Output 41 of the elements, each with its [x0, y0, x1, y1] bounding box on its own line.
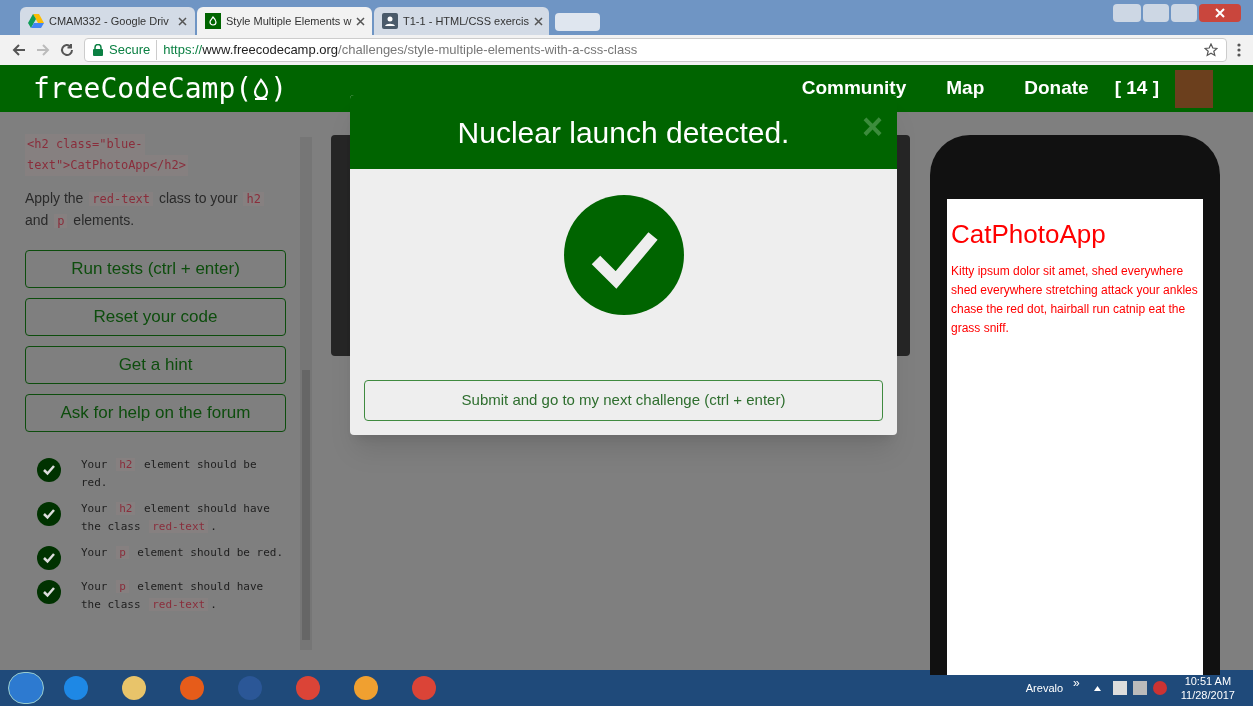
nav-link[interactable]: Map: [946, 74, 985, 103]
modal-title: Nuclear launch detected.: [457, 114, 790, 151]
points-counter: [ 14 ]: [1114, 76, 1159, 101]
browser-tab[interactable]: CMAM332 - Google Driv: [20, 7, 195, 35]
test-description: Your h2 element should be red.: [81, 457, 258, 491]
clock-time: 10:51 AM: [1184, 674, 1232, 688]
test-description: Your p element should be red.: [81, 545, 284, 561]
tray-expand-icon[interactable]: [1093, 685, 1101, 691]
preview-heading: CatPhotoApp: [951, 218, 1107, 251]
checkmark-icon: [563, 195, 684, 315]
close-button[interactable]: [1199, 4, 1241, 22]
clock-date: 11/28/2017: [1180, 688, 1235, 702]
nav-link[interactable]: Donate: [1024, 74, 1089, 103]
url-text: https://www.freecodecamp.org/challenges/style-multiple-elements-with-a-css-class: [163, 41, 639, 60]
code-snippet: <h2 class="blue- text">CatPhotoApp</h2>: [25, 134, 286, 176]
back-icon[interactable]: [12, 43, 26, 57]
instruction-text: Apply the red-text class to your h2 and p elements.: [25, 188, 286, 232]
site-logo[interactable]: freeCodeCamp( ): [33, 67, 287, 110]
menu-icon[interactable]: [1237, 43, 1241, 57]
test-description: Your p element should have the class red-text .: [81, 579, 265, 613]
chevron-button[interactable]: »: [1073, 674, 1080, 692]
submit-button[interactable]: Submit and go to my next challenge (ctrl + enter): [364, 380, 883, 421]
preview-paragraph: Kitty ipsum dolor sit amet, shed everywhere shed everywhere stretching attack your ankles chase the red dot, hairball run catnip eat the grass sniff.: [951, 263, 1199, 337]
address-bar[interactable]: Secure https://www.freecodecamp.org/challenges/style-multiple-elements-with-a-css-class: [84, 38, 1227, 62]
close-icon: [1215, 8, 1225, 18]
close-icon[interactable]: [178, 16, 187, 26]
person-card-icon: [382, 13, 398, 29]
toolbar-label: Arevalo: [1025, 680, 1064, 696]
browser-tab[interactable]: T1-1 - HTML/CSS exercis: [374, 7, 549, 35]
start-button[interactable]: [8, 672, 44, 704]
test-description: Your h2 element should have the class red-text .: [81, 501, 271, 535]
close-icon[interactable]: [533, 16, 543, 26]
triangle-logo-icon: [28, 14, 44, 28]
secure-label: Secure: [109, 40, 158, 60]
star-icon[interactable]: [1204, 43, 1218, 57]
browser-tab[interactable]: Style Multiple Elements w: [197, 7, 372, 35]
flame-logo-icon: [205, 13, 221, 29]
close-icon[interactable]: [356, 16, 366, 26]
scrollbar[interactable]: [300, 137, 312, 650]
reload-icon[interactable]: [60, 43, 74, 57]
lock-icon: [93, 44, 103, 56]
